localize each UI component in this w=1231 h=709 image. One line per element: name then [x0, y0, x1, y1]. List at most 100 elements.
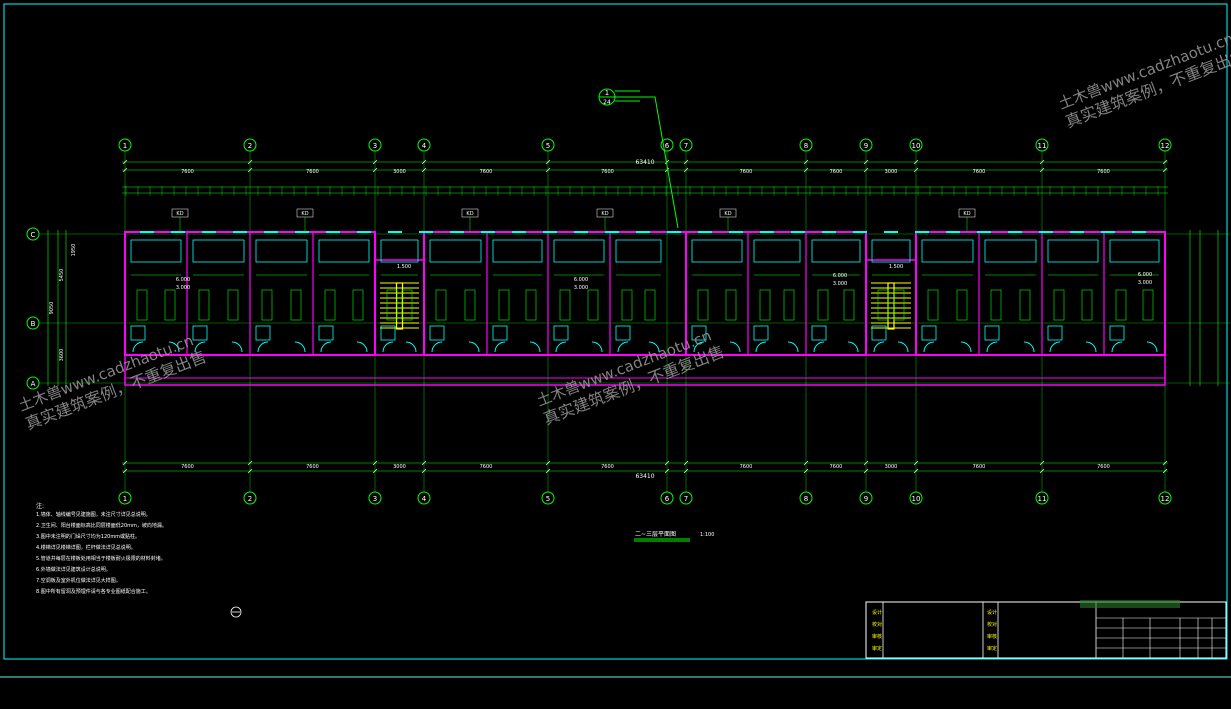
- wardrobe: [921, 325, 937, 341]
- stair-handrail: [395, 282, 404, 330]
- level-label-3: 6.000: [574, 277, 588, 283]
- bay-dimension-bottom-0: 7600: [181, 464, 194, 470]
- door-swing: [494, 341, 506, 353]
- bay-dimension-top-2: 3000: [393, 169, 406, 175]
- bay-dimension-bottom-3: 7600: [480, 464, 493, 470]
- door-label-3: KD: [601, 211, 608, 217]
- level-label-9: 3.000: [1138, 280, 1152, 286]
- left-dimension-2: 9050: [49, 302, 55, 315]
- section-sheet-number: 24: [603, 99, 611, 106]
- door-swing: [1146, 341, 1158, 353]
- room-bath: [318, 239, 370, 263]
- room-bath: [1047, 239, 1099, 263]
- bed-left: [435, 289, 447, 321]
- title-cell-8: 审定: [987, 645, 997, 652]
- axis-label-bottom-7: 7: [684, 495, 688, 503]
- bay-dimension-bottom-7: 3000: [885, 464, 898, 470]
- bay-dimension-top-3: 7600: [480, 169, 493, 175]
- note-line-2: 2.卫生间、阳台楼面标高比同层楼面低20mm，坡向地漏。: [36, 522, 167, 529]
- axis-label-bottom-5: 5: [546, 495, 550, 503]
- axis-bubbles-bottom: 1 2 3 4 5 6 7 8 9 10 11 12: [118, 491, 1172, 505]
- bed-right: [587, 289, 599, 321]
- axis-label-bottom-11: 11: [1038, 495, 1047, 503]
- bed-left: [386, 289, 398, 321]
- door-swing: [257, 341, 269, 353]
- room-bath: [553, 239, 605, 263]
- door-swing: [468, 341, 480, 353]
- door-swing: [847, 341, 859, 353]
- axis-gridlines: [39, 151, 1230, 492]
- bay-dimension-bottom-2: 3000: [393, 464, 406, 470]
- level-label-4: 3.000: [574, 285, 588, 291]
- axis-label-left-A: A: [31, 380, 36, 388]
- room-bath: [1109, 239, 1160, 263]
- bay-dimension-top-6: 7600: [830, 169, 843, 175]
- door-swing: [1049, 341, 1061, 353]
- title-block-logo-blur: [1080, 600, 1180, 608]
- axis-bubbles-left: C B A: [26, 227, 40, 390]
- title-cell-6: 校对: [987, 621, 997, 628]
- level-label-1: 6.000: [176, 277, 190, 283]
- bed-left: [990, 289, 1002, 321]
- room-bath: [255, 239, 308, 263]
- bed-left: [559, 289, 571, 321]
- wardrobe: [1047, 325, 1063, 341]
- axis-label-top-3: 3: [373, 142, 377, 150]
- title-cell-2: 校对: [872, 621, 882, 628]
- axis-label-top-11: 11: [1038, 142, 1047, 150]
- level-label-5: 1.500: [889, 264, 903, 270]
- note-line-4: 4.楼梯详见楼梯详图，栏杆做法详见总说明。: [36, 544, 136, 551]
- axis-label-top-12: 12: [1161, 142, 1170, 150]
- bed-right: [525, 289, 537, 321]
- bed-left: [927, 289, 939, 321]
- bed-right: [401, 289, 413, 321]
- door-swing: [897, 341, 909, 353]
- bay-dimension-bottom-4: 7600: [601, 464, 614, 470]
- door-swing: [382, 341, 394, 353]
- room-bath: [615, 239, 662, 263]
- stair-handrail: [887, 282, 895, 330]
- door-label-4: KD: [724, 211, 731, 217]
- wardrobe: [984, 325, 1000, 341]
- level-label-8: 6.000: [1138, 272, 1152, 278]
- axis-label-top-5: 5: [546, 142, 550, 150]
- building-block-3: [915, 231, 1166, 356]
- axis-label-top-7: 7: [684, 142, 688, 150]
- wardrobe: [553, 325, 569, 341]
- wardrobe: [615, 325, 631, 341]
- left-dimension-1: 1950: [71, 244, 77, 257]
- bed-left: [621, 289, 633, 321]
- door-swing: [787, 341, 799, 353]
- drawing-scale: 1:100: [700, 532, 714, 538]
- room-bath: [429, 239, 482, 263]
- room-bath: [192, 239, 245, 263]
- title-cell-5: 设计: [987, 609, 997, 616]
- general-notes: 注: 1.墙体、轴线编号见建施图，未注尺寸详见总说明。 2.卫生间、阳台楼面标高比…: [36, 502, 167, 595]
- door-swing: [960, 341, 972, 353]
- bed-right: [290, 289, 302, 321]
- bed-left: [324, 289, 336, 321]
- door-swing: [729, 341, 741, 353]
- axis-label-bottom-10: 10: [912, 495, 921, 503]
- bed-left: [198, 289, 210, 321]
- axis-label-top-1: 1: [123, 142, 127, 150]
- bed-right: [1081, 289, 1093, 321]
- axis-label-bottom-3: 3: [373, 495, 377, 503]
- door-swing: [555, 341, 567, 353]
- title-block: 设计 校对 审核 审定 设计 校对 审核 审定: [865, 600, 1227, 659]
- door-swing: [320, 341, 332, 353]
- bay-dimension-top-8: 7600: [973, 169, 986, 175]
- notes-heading: 注:: [36, 502, 44, 510]
- bay-dimension-bottom-5: 7600: [740, 464, 753, 470]
- bed-right: [956, 289, 968, 321]
- bed-right: [843, 289, 855, 321]
- bay-dimension-top-1: 7600: [306, 169, 319, 175]
- door-label-1: KD: [301, 211, 308, 217]
- level-label-7: 3.000: [833, 281, 847, 287]
- room-bath: [753, 239, 801, 263]
- axis-bubbles-top: 1 2 3 4 5 6 7 8 9 10 11 12: [118, 138, 1172, 152]
- axis-label-top-6: 6: [665, 142, 670, 150]
- building-block-1: [423, 231, 687, 356]
- bay-dimension-top-4: 7600: [601, 169, 614, 175]
- left-dimension-0: 5450: [59, 269, 65, 282]
